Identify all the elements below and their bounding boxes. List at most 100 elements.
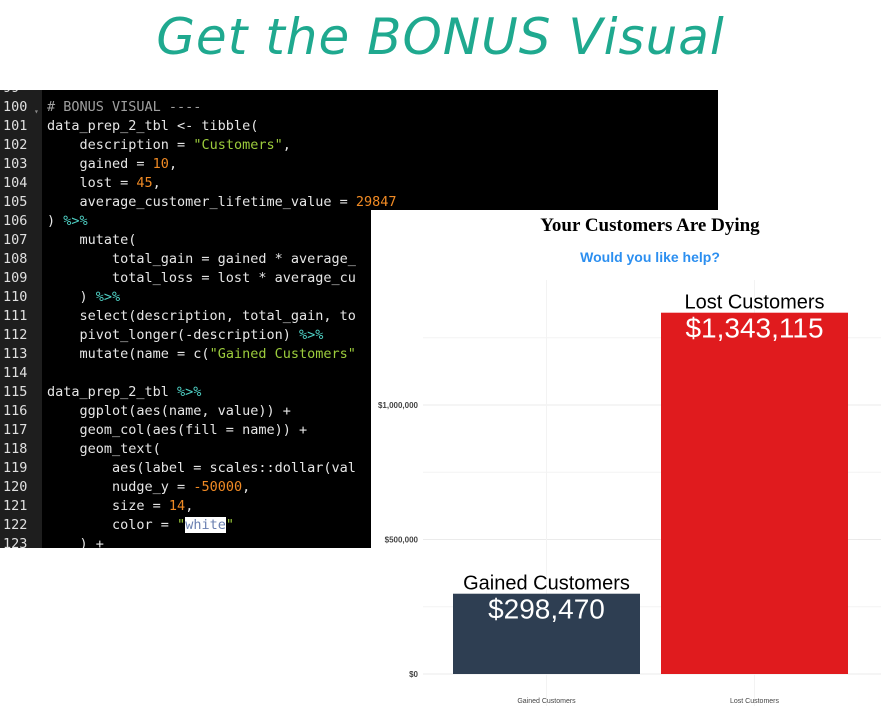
line-number: 110 [3, 289, 28, 305]
code-text: # BONUS VISUAL ---- [47, 98, 201, 117]
code-token-plain: lost = [47, 175, 137, 191]
code-text: average_customer_lifetime_value = 29847 [47, 193, 397, 212]
line-number: 108 [3, 251, 28, 267]
code-token-number: 45 [136, 175, 153, 191]
code-token-plain: , [168, 156, 178, 172]
code-text: description = "Customers", [47, 136, 291, 155]
code-text: lost = 45, [47, 174, 161, 193]
code-text: size = 14, [47, 497, 193, 516]
bar-category-label: Lost Customers [684, 292, 824, 314]
headline: Get the BONUS Visual [156, 8, 725, 66]
code-token-plain: , [282, 137, 291, 153]
line-number: 113 [3, 346, 28, 362]
code-token-hl: white [185, 517, 226, 533]
code-text: aes(label = scales::dollar(val [47, 459, 356, 478]
line-number: 123 [3, 536, 28, 548]
line-number: 101 [3, 118, 28, 134]
code-token-number: 29847 [355, 194, 397, 210]
y-tick-label: $0 [409, 670, 418, 679]
code-text: geom_col(aes(fill = name)) + [47, 421, 308, 440]
code-token-plain: geom_text( [47, 441, 161, 457]
code-text: color = "white" [47, 516, 234, 535]
code-text: ggplot(aes(name, value)) + [47, 402, 291, 421]
code-token-plain: geom_col(aes(fill = name)) + [47, 422, 308, 438]
code-token-plain: ggplot(aes(name, value)) + [47, 403, 291, 419]
line-number: 119 [3, 460, 28, 476]
bar-lost-customers [661, 312, 848, 674]
code-text: mutate( [47, 231, 137, 250]
chart-svg: Your Customers Are Dying Would you like h… [378, 215, 881, 706]
x-tick-label: Lost Customers [730, 698, 780, 705]
fold-arrow-icon[interactable]: ▾ [34, 107, 39, 116]
line-number: 103 [3, 156, 28, 172]
chart-subtitle: Would you like help? [580, 249, 720, 265]
code-token-string: " [177, 517, 186, 533]
code-token-plain: pivot_longer(-description) [47, 327, 299, 343]
code-token-plain: ) [47, 289, 96, 305]
code-token-plain: , [242, 479, 251, 495]
code-token-plain: , [152, 175, 161, 191]
line-number: 116 [3, 403, 28, 419]
y-tick-label: $1,000,000 [378, 401, 419, 410]
code-token-plain: average_customer_lifetime_value = [47, 194, 356, 210]
code-text: ) + [47, 535, 104, 548]
code-token-plain: nudge_y = [47, 479, 194, 495]
line-number: 102 [3, 137, 28, 153]
code-token-plain: color = [47, 517, 178, 533]
code-token-plain: total_loss = lost * average_cu [47, 270, 356, 286]
code-token-number: 14 [168, 498, 186, 514]
code-token-plain: ) + [47, 536, 104, 548]
code-token-plain: size = [47, 498, 169, 514]
code-text: total_loss = lost * average_cu [47, 269, 356, 288]
code-token-op: %>% [298, 327, 324, 343]
code-token-number: -50000 [193, 479, 243, 495]
line-number: 109 [3, 270, 28, 286]
code-text: nudge_y = -50000, [47, 478, 250, 497]
code-token-plain: total_gain = gained * average_ [47, 251, 356, 267]
line-number: 104 [3, 175, 28, 191]
code-text: total_gain = gained * average_ [47, 250, 356, 269]
code-token-op: %>% [177, 384, 202, 400]
line-number: 118 [3, 441, 28, 457]
chart-title: Your Customers Are Dying [540, 215, 760, 236]
bar-value-label: $1,343,115 [685, 313, 823, 344]
line-number: 100 [3, 99, 28, 115]
code-token-string: "Gained Customers" [209, 346, 356, 362]
bar-value-label: $298,470 [488, 594, 605, 625]
line-number: 106 [3, 213, 28, 229]
code-token-plain: aes(label = scales::dollar(val [47, 460, 356, 476]
code-token-plain: data_prep_2_tbl <- tibble( [47, 118, 259, 134]
code-text: select(description, total_gain, to [47, 307, 356, 326]
line-number: 107 [3, 232, 28, 248]
bar-chart: Your Customers Are Dying Would you like h… [371, 210, 881, 706]
code-token-plain: select(description, total_gain, to [47, 308, 356, 324]
code-text: ) %>% [47, 288, 121, 307]
line-number: 122 [3, 517, 28, 533]
line-number: 115 [3, 384, 28, 400]
line-number: 117 [3, 422, 28, 438]
code-text: ) %>% [47, 212, 88, 231]
line-number: 114 [3, 365, 28, 381]
code-token-plain: gained = [47, 156, 153, 172]
bar-category-label: Gained Customers [463, 573, 630, 595]
code-token-plain: mutate( [47, 232, 137, 248]
code-text: pivot_longer(-description) %>% [47, 326, 324, 345]
line-number: 121 [3, 498, 28, 514]
code-token-plain: , [185, 498, 194, 514]
code-text: gained = 10, [47, 155, 178, 174]
code-token-plain: ) [47, 213, 64, 229]
line-number: 105 [3, 194, 28, 210]
line-number: 120 [3, 479, 28, 495]
line-number: 111 [3, 308, 28, 324]
code-token-comment: # BONUS VISUAL ---- [47, 99, 202, 115]
line-number: 112 [3, 327, 28, 343]
x-tick-label: Gained Customers [517, 698, 576, 705]
code-token-plain: mutate(name = c( [47, 346, 210, 362]
code-text: data_prep_2_tbl %>% [47, 383, 201, 402]
code-text: data_prep_2_tbl <- tibble( [47, 117, 258, 136]
code-token-number: 10 [152, 156, 169, 172]
y-tick-label: $500,000 [385, 536, 419, 545]
code-token-op: %>% [95, 289, 121, 305]
code-token-op: %>% [63, 213, 88, 229]
line-number: 99 [3, 90, 33, 98]
